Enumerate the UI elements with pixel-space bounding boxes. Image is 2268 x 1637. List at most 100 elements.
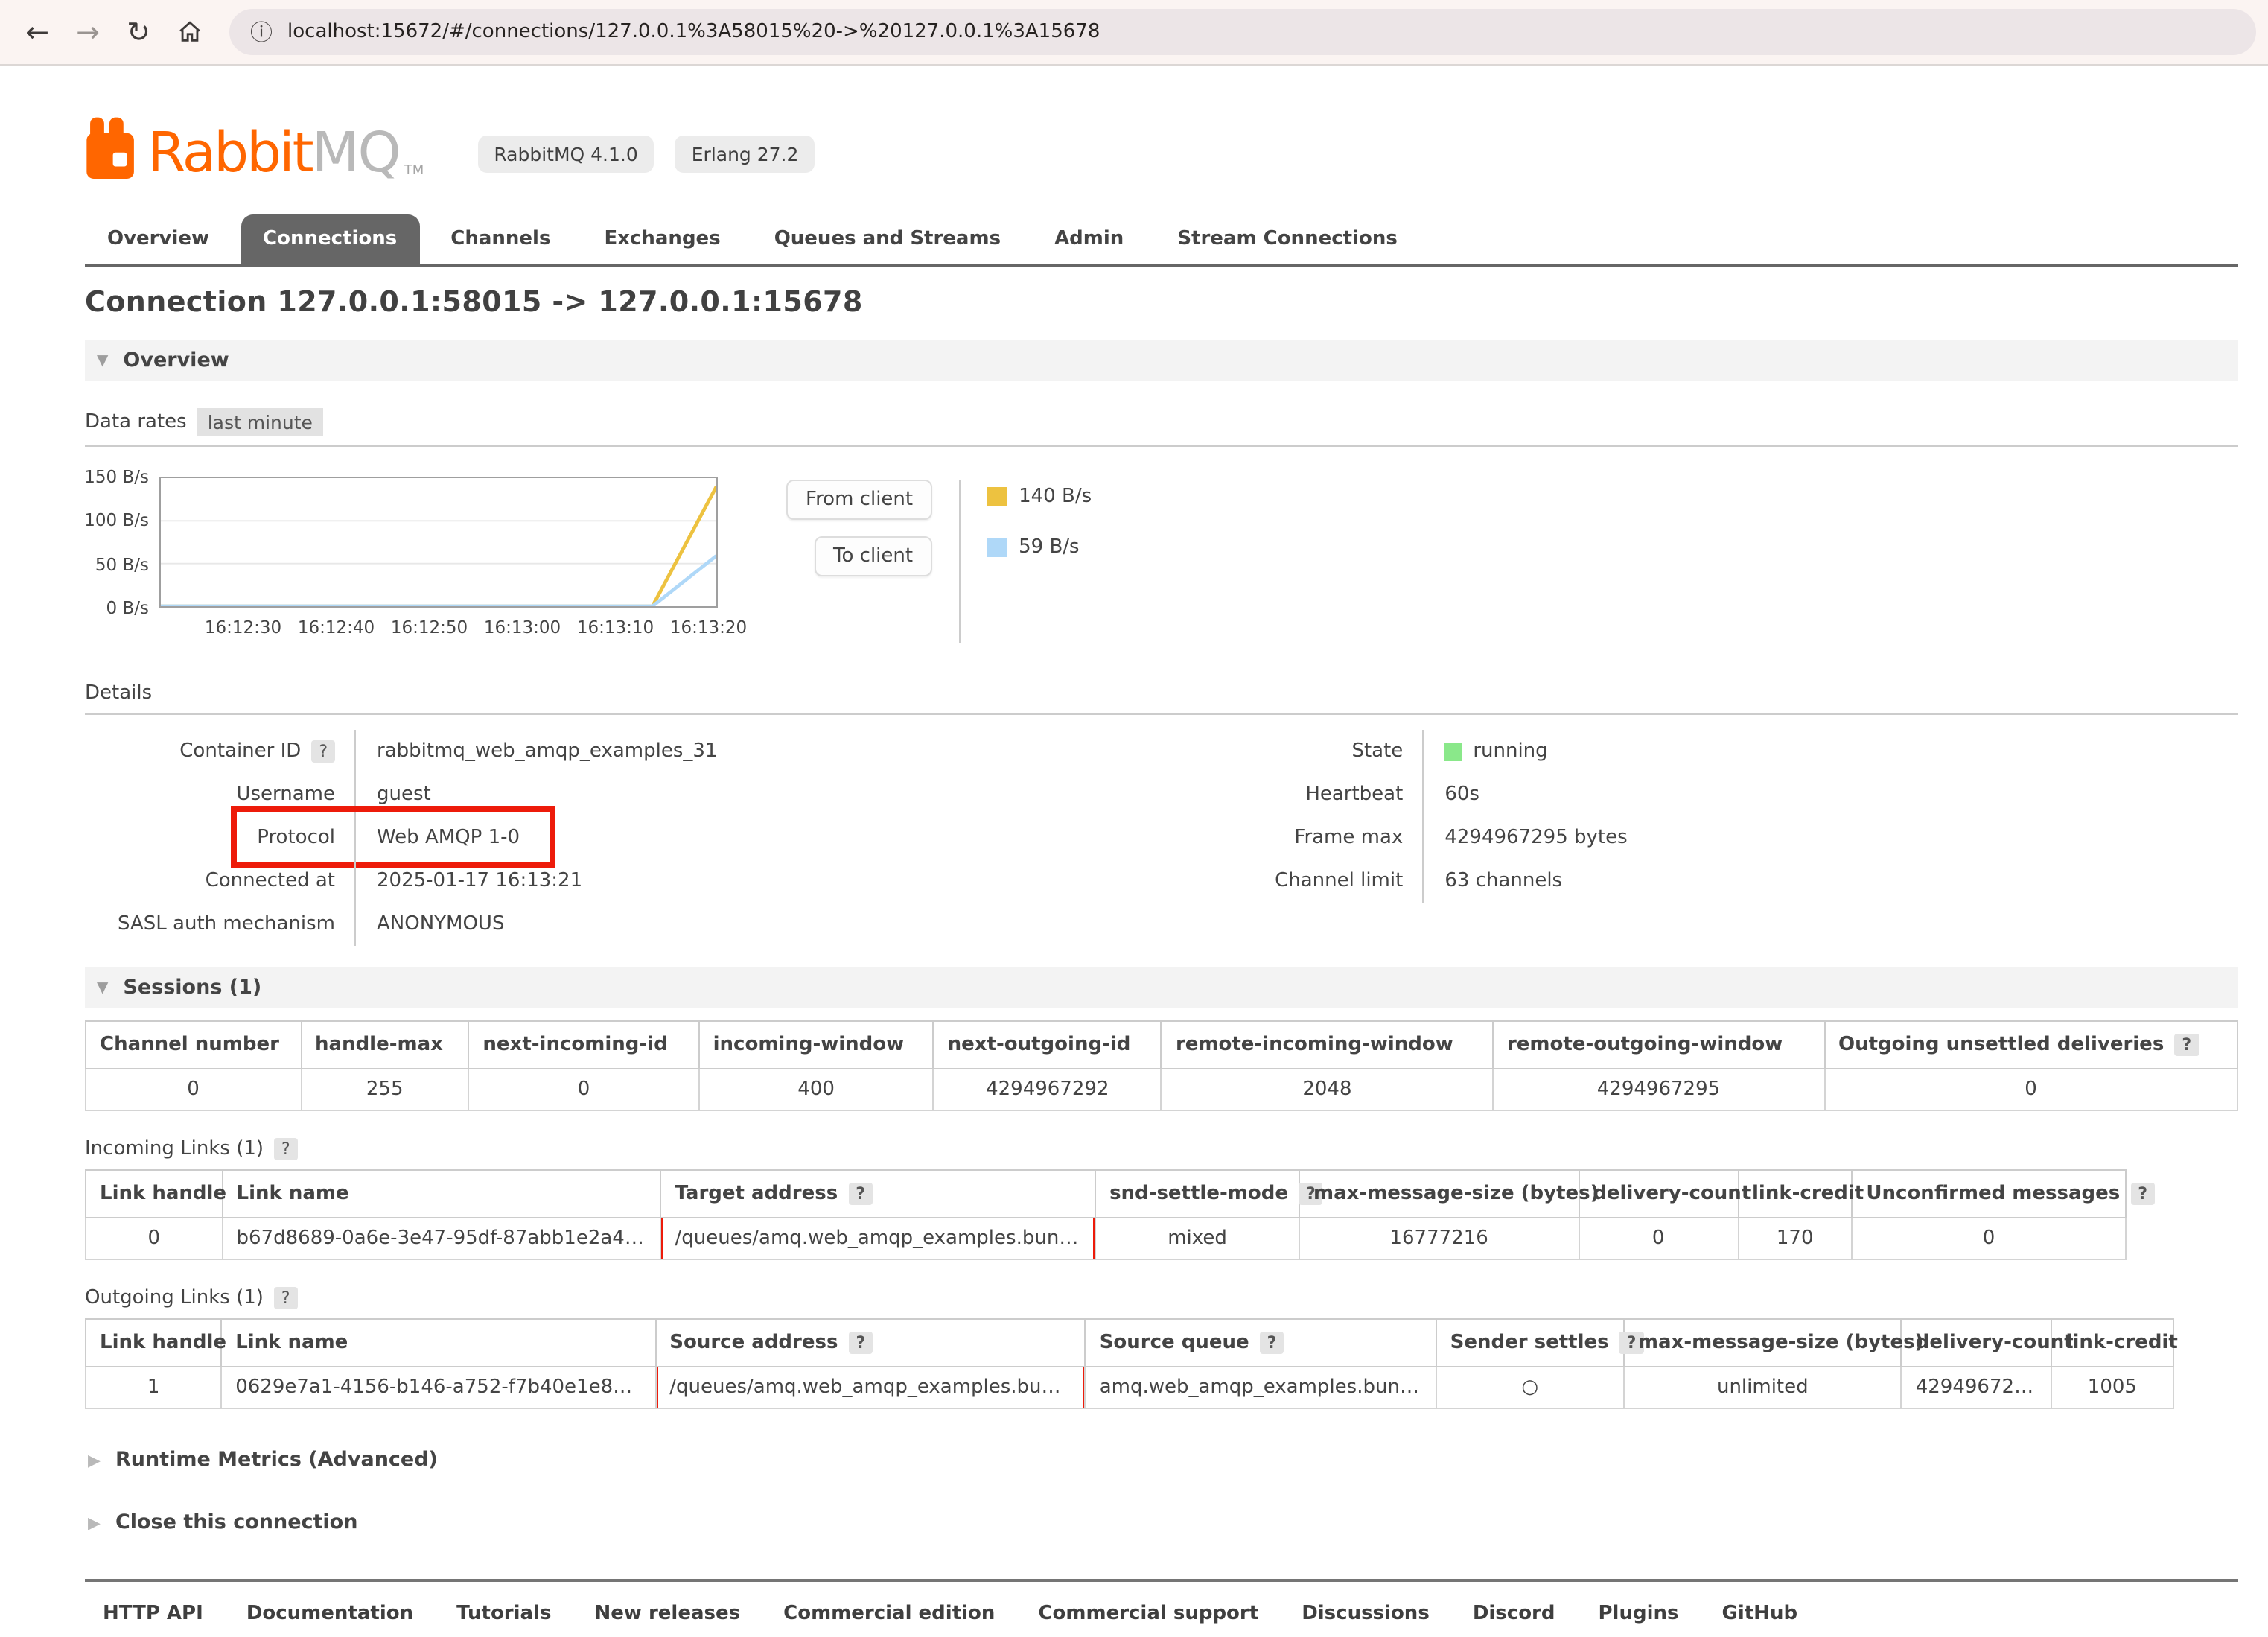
url-text[interactable]: localhost:15672/#/connections/127.0.0.1%… — [287, 21, 1100, 43]
frame-max-label: Frame max — [1075, 816, 1403, 859]
frame-max-value: 4294967295 bytes — [1422, 816, 1627, 859]
footer-link-commercial-edition[interactable]: Commercial edition — [783, 1603, 995, 1625]
help-icon[interactable]: ? — [274, 1287, 298, 1309]
protocol-value: Web AMQP 1-0 — [354, 816, 520, 859]
target-address-label: Target address — [675, 1183, 838, 1205]
tab-stream-connections[interactable]: Stream Connections — [1155, 214, 1420, 264]
screen: ← → ↻ ⓘ localhost:15672/#/connections/12… — [0, 0, 2268, 1637]
col-remote-outgoing-window: remote-outgoing-window — [1493, 1021, 1824, 1069]
from-client-swatch — [987, 487, 1007, 506]
section-header-overview[interactable]: ▼ Overview — [85, 340, 2238, 381]
section-header-close-connection[interactable]: ▶ Close this connection — [88, 1510, 2238, 1534]
footer-link-commercial-support[interactable]: Commercial support — [1038, 1603, 1258, 1625]
data-rates-row: Data rates last minute — [85, 408, 2238, 436]
cell-target-address: /queues/amq.web_amqp_examples.bunny — [661, 1218, 1096, 1259]
footer-link-http-api[interactable]: HTTP API — [103, 1603, 203, 1625]
col-remote-incoming-window: remote-incoming-window — [1162, 1021, 1493, 1069]
rabbitmq-version-badge: RabbitMQ 4.1.0 — [477, 136, 654, 173]
help-icon[interactable]: ? — [1260, 1332, 1284, 1354]
help-icon[interactable]: ? — [274, 1138, 298, 1160]
collapse-triangle-icon: ▼ — [97, 352, 108, 369]
x-tick-label: 16:12:50 — [391, 617, 468, 638]
data-rates-label: Data rates — [85, 411, 187, 433]
rate-mode-chip[interactable]: last minute — [197, 408, 323, 436]
back-icon[interactable]: ← — [12, 7, 63, 57]
legend-button-from-client[interactable]: From client — [786, 480, 932, 520]
cell-link-handle: 0 — [86, 1218, 223, 1259]
divider — [85, 445, 2238, 447]
col-delivery-count: delivery-count — [1902, 1319, 2052, 1367]
help-icon[interactable]: ? — [2130, 1183, 2155, 1205]
help-icon[interactable]: ? — [848, 1332, 873, 1354]
unconfirmed-messages-label: Unconfirmed messages — [1866, 1183, 2120, 1205]
col-next-incoming-id: next-incoming-id — [468, 1021, 698, 1069]
footer-link-plugins[interactable]: Plugins — [1599, 1603, 1679, 1625]
details-left-column: Container ID? rabbitmq_web_amqp_examples… — [85, 730, 1075, 946]
details-right-column: State running Heartbeat 60s Frame max 42… — [1075, 730, 1980, 946]
container-id-label: Container ID — [179, 740, 301, 763]
cell-link-name: 0629e7a1-4156-b146-a752-f7b40e1e821d — [221, 1367, 655, 1408]
x-tick-label: 16:12:30 — [205, 617, 281, 638]
footer-link-tutorials[interactable]: Tutorials — [456, 1603, 551, 1625]
col-handle-max: handle-max — [301, 1021, 468, 1069]
running-state-swatch — [1444, 743, 1462, 760]
logo-text-mq: MQ — [312, 125, 400, 182]
footer-link-discord[interactable]: Discord — [1473, 1603, 1555, 1625]
col-link-credit: link-credit — [1738, 1170, 1852, 1218]
cell-channel-number: 0 — [86, 1069, 301, 1110]
section-header-runtime-metrics[interactable]: ▶ Runtime Metrics (Advanced) — [88, 1448, 2238, 1472]
legend-button-to-client[interactable]: To client — [814, 536, 932, 576]
forward-icon[interactable]: → — [63, 7, 113, 57]
tab-overview[interactable]: Overview — [85, 214, 232, 264]
rabbitmq-logo[interactable]: RabbitMQTM — [85, 116, 424, 182]
col-channel-number: Channel number — [86, 1021, 301, 1069]
legend-buttons: From client To client — [786, 480, 961, 643]
legend-values: 140 B/s 59 B/s — [961, 486, 1092, 643]
x-tick-label: 16:13:10 — [577, 617, 654, 638]
cell-delivery-count: 0 — [1579, 1218, 1738, 1259]
to-client-swatch — [987, 538, 1007, 557]
col-snd-settle-mode: snd-settle-mode? — [1095, 1170, 1299, 1218]
username-label: Username — [85, 773, 335, 816]
tab-connections[interactable]: Connections — [241, 214, 419, 264]
erlang-version-badge: Erlang 27.2 — [675, 136, 815, 173]
home-glyph — [176, 19, 202, 45]
footer-link-discussions[interactable]: Discussions — [1302, 1603, 1430, 1625]
tab-admin[interactable]: Admin — [1032, 214, 1146, 264]
section-title-overview: Overview — [123, 349, 229, 372]
main-nav-tabs: Overview Connections Channels Exchanges … — [85, 214, 2238, 267]
tab-channels[interactable]: Channels — [428, 214, 573, 264]
rate-line-chart — [161, 478, 716, 606]
source-address-label: Source address — [669, 1332, 838, 1354]
footer-links: HTTP API Documentation Tutorials New rel… — [103, 1603, 2238, 1625]
help-icon[interactable]: ? — [311, 740, 335, 763]
address-bar[interactable]: ⓘ localhost:15672/#/connections/127.0.0.… — [229, 9, 2256, 55]
header: RabbitMQTM RabbitMQ 4.1.0 Erlang 27.2 — [85, 107, 2238, 182]
footer-link-documentation[interactable]: Documentation — [246, 1603, 413, 1625]
channel-limit-label: Channel limit — [1075, 859, 1403, 903]
reload-icon[interactable]: ↻ — [113, 7, 164, 57]
sessions-header-row: Channel number handle-max next-incoming-… — [86, 1021, 2237, 1069]
incoming-links-header-row: Link handle Link name Target address? sn… — [86, 1170, 2126, 1218]
footer-link-github[interactable]: GitHub — [1722, 1603, 1798, 1625]
detail-row-frame-max: Frame max 4294967295 bytes — [1075, 816, 1980, 859]
help-icon[interactable]: ? — [848, 1183, 873, 1205]
section-header-sessions[interactable]: ▼ Sessions (1) — [85, 967, 2238, 1008]
incoming-links-table: Link handle Link name Target address? sn… — [85, 1169, 2127, 1260]
tab-exchanges[interactable]: Exchanges — [582, 214, 742, 264]
cell-delivery-count: 4294967291 — [1902, 1367, 2052, 1408]
help-icon[interactable]: ? — [2174, 1034, 2199, 1056]
incoming-links-title: Incoming Links (1) — [85, 1138, 264, 1160]
incoming-links-label: Incoming Links (1)? — [85, 1138, 2238, 1160]
channel-limit-value: 63 channels — [1422, 859, 1562, 903]
cell-next-incoming-id: 0 — [468, 1069, 698, 1110]
connected-at-value: 2025-01-17 16:13:21 — [354, 859, 582, 903]
footer-link-new-releases[interactable]: New releases — [595, 1603, 741, 1625]
home-icon[interactable] — [164, 7, 214, 57]
detail-row-sasl: SASL auth mechanism ANONYMOUS — [85, 903, 1075, 946]
divider — [85, 713, 2238, 715]
site-info-icon[interactable]: ⓘ — [250, 16, 273, 48]
tab-queues-and-streams[interactable]: Queues and Streams — [752, 214, 1023, 264]
cell-link-handle: 1 — [86, 1367, 221, 1408]
to-client-rate: 59 B/s — [1019, 536, 1080, 559]
